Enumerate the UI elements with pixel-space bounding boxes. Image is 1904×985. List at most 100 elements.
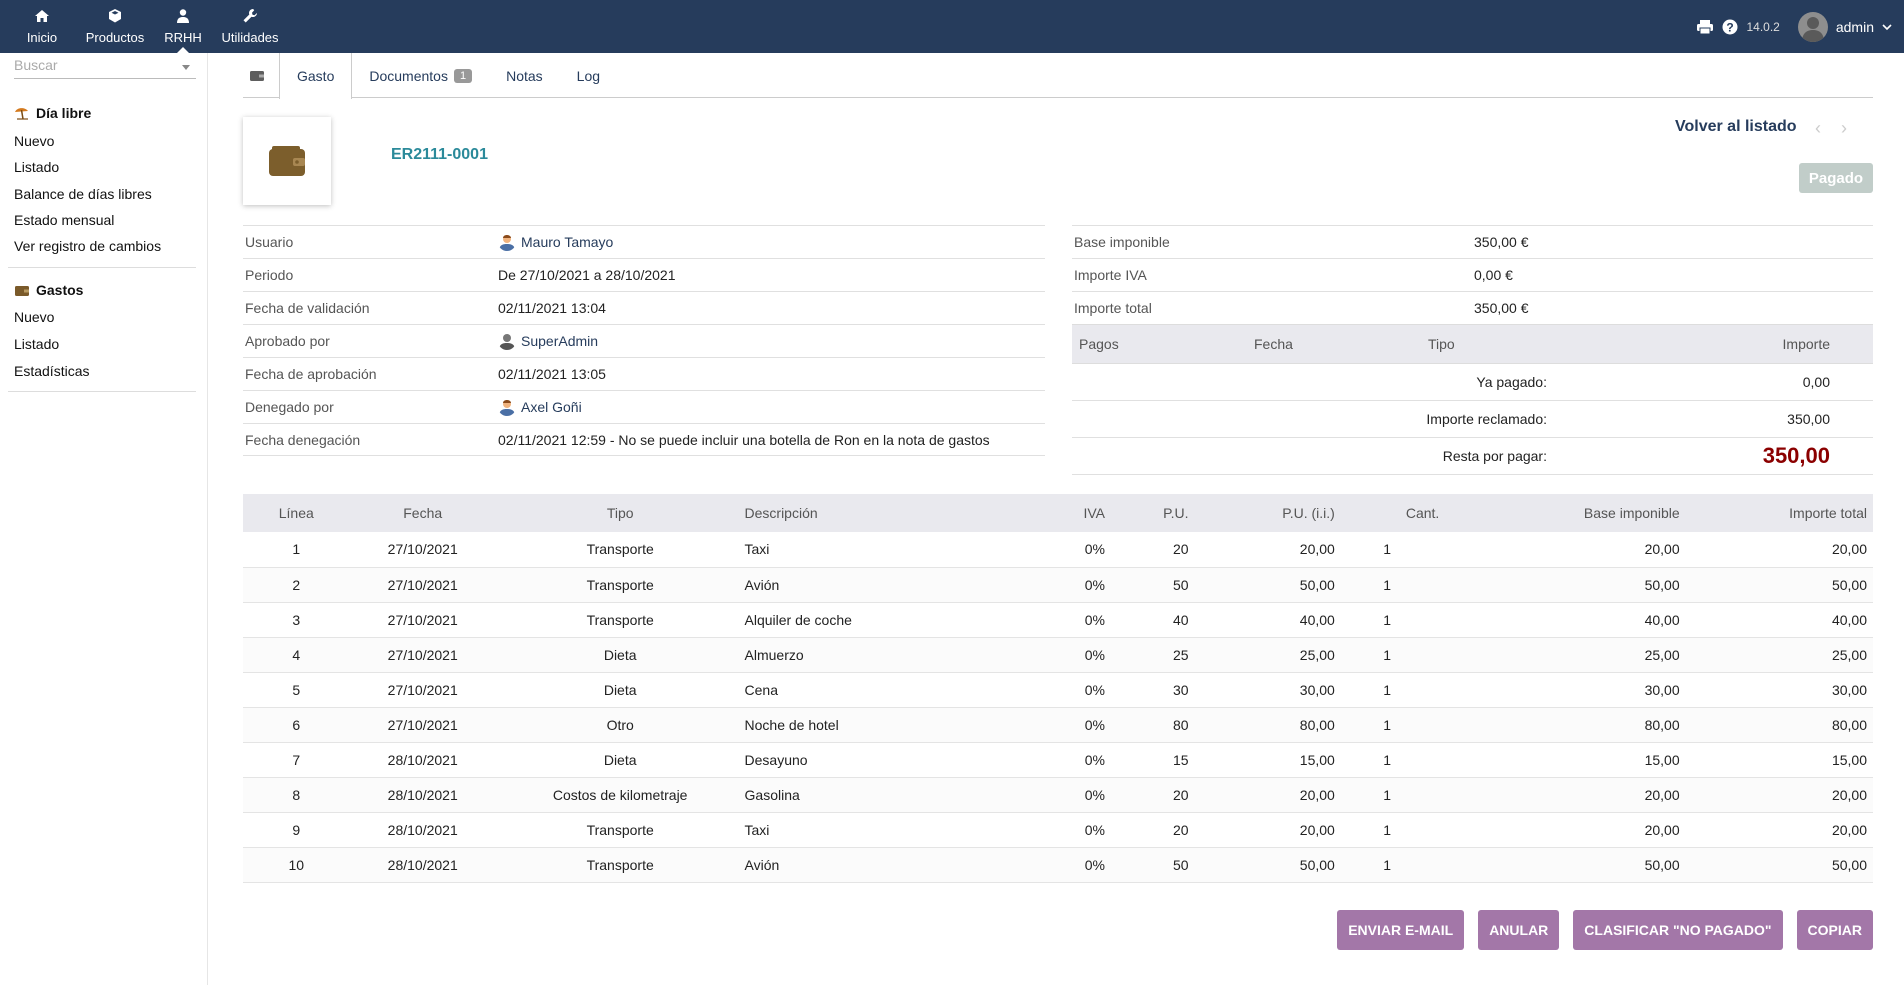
cell-pu-ii: 25,00 <box>1188 637 1335 673</box>
topmenu-utilidades[interactable]: Utilidades <box>212 0 288 53</box>
info-value: 02/11/2021 12:59 - No se puede incluir u… <box>498 431 990 448</box>
col-iva: IVA <box>1037 494 1105 532</box>
sidebar-item-nuevo[interactable]: Nuevo <box>14 133 54 149</box>
cell-linea: 4 <box>243 637 350 673</box>
topmenu-rrhh[interactable]: RRHH <box>154 0 212 53</box>
search-input[interactable]: Buscar <box>14 57 196 79</box>
sidebar-item-balance[interactable]: Balance de días libres <box>14 186 152 202</box>
cell-base: 50,00 <box>1439 847 1680 883</box>
cell-base: 40,00 <box>1439 602 1680 638</box>
info-label: Fecha denegación <box>245 431 361 448</box>
payment-row-resta: Resta por pagar: 350,00 <box>1072 438 1873 475</box>
sidebar-item-gastos-listado[interactable]: Listado <box>14 336 59 352</box>
tab-documentos[interactable]: Documentos 1 <box>352 53 489 98</box>
cell-total: 80,00 <box>1679 707 1873 743</box>
status-badge: Pagado <box>1799 163 1873 193</box>
sidebar-item-registro-cambios[interactable]: Ver registro de cambios <box>14 238 161 254</box>
cell-fecha: 27/10/2021 <box>349 532 496 568</box>
cell-pu: 50 <box>1104 847 1189 883</box>
col-linea: Línea <box>243 494 350 532</box>
cell-total: 20,00 <box>1679 532 1873 568</box>
payment-row-ya-pagado: Ya pagado: 0,00 <box>1072 364 1873 401</box>
cell-pu-ii: 50,00 <box>1188 567 1335 603</box>
search-placeholder: Buscar <box>14 57 58 73</box>
topmenu-label: Productos <box>85 30 145 45</box>
wallet-icon <box>15 285 29 296</box>
tab-label: Log <box>576 67 601 84</box>
sidebar-section-title: Gastos <box>36 282 84 298</box>
box-icon <box>109 9 121 23</box>
table-row[interactable]: 8 28/10/2021 Costos de kilometraje Gasolina… <box>243 777 1873 813</box>
table-row[interactable]: 6 27/10/2021 Otro Noche de hotel 0% 80 80,00 1 8… <box>243 707 1873 743</box>
tab-icon[interactable] <box>243 53 279 98</box>
table-row[interactable]: 7 28/10/2021 Dieta Desayuno 0% 15 15,00 1 15,00 1… <box>243 742 1873 778</box>
sidebar-item-estado-mensual[interactable]: Estado mensual <box>14 212 114 228</box>
table-row[interactable]: 5 27/10/2021 Dieta Cena 0% 30 30,00 1 30,00 30,00 <box>243 672 1873 708</box>
sidebar-item-estadisticas[interactable]: Estadísticas <box>14 363 89 379</box>
cell-linea: 9 <box>243 812 350 848</box>
dropdown-arrow-icon[interactable] <box>182 65 190 70</box>
username[interactable]: admin <box>1836 19 1874 35</box>
sidebar-section-gastos[interactable]: Gastos <box>14 282 83 298</box>
user-link[interactable]: Axel Goñi <box>521 399 582 415</box>
topmenu-label: RRHH <box>164 30 202 45</box>
topmenu-inicio[interactable]: Inicio <box>8 0 76 53</box>
amount-label: Importe IVA <box>1074 267 1147 283</box>
top-right: ? 14.0.2 admin <box>1696 0 1892 53</box>
printer-icon[interactable] <box>1696 19 1714 35</box>
table-row[interactable]: 4 27/10/2021 Dieta Almuerzo 0% 25 25,00 1 25,00 2… <box>243 637 1873 673</box>
tab-notas[interactable]: Notas <box>489 53 560 98</box>
cancel-button[interactable]: ANULAR <box>1478 910 1560 950</box>
cell-cant: 1 <box>1334 532 1440 568</box>
expense-ref: ER2111-0001 <box>391 146 488 163</box>
cell-descripcion: Avión <box>744 847 1038 883</box>
sidebar-section-dia-libre[interactable]: Día libre <box>14 105 91 121</box>
tab-log[interactable]: Log <box>560 53 617 98</box>
cell-descripcion: Almuerzo <box>744 637 1038 673</box>
cell-fecha: 28/10/2021 <box>349 812 496 848</box>
tab-gasto[interactable]: Gasto <box>279 53 353 99</box>
payments-col-importe: Importe <box>1782 336 1830 352</box>
classify-unpaid-button[interactable]: CLASIFICAR "NO PAGADO" <box>1573 910 1783 950</box>
table-row[interactable]: 1 27/10/2021 Transporte Taxi 0% 20 20,00 1 20,00… <box>243 532 1873 568</box>
cell-tipo: Dieta <box>495 637 745 673</box>
topmenu-productos[interactable]: Productos <box>76 0 154 53</box>
copy-button[interactable]: COPIAR <box>1796 910 1873 950</box>
col-fecha: Fecha <box>349 494 496 532</box>
user-avatar-icon <box>499 334 515 350</box>
cell-tipo: Transporte <box>495 567 745 603</box>
avatar-silhouette-icon <box>1801 16 1824 42</box>
user-link[interactable]: Mauro Tamayo <box>521 234 613 250</box>
amount-value: 350,00 € <box>1474 300 1529 316</box>
table-row[interactable]: 2 27/10/2021 Transporte Avión 0% 50 50,00 1 50,0… <box>243 567 1873 603</box>
payment-label: Importe reclamado: <box>1426 411 1547 427</box>
chevron-down-icon[interactable] <box>1882 23 1892 31</box>
sidebar: Buscar Día libre Nuevo Listado Balance d… <box>0 53 208 985</box>
sidebar-item-listado[interactable]: Listado <box>14 159 59 175</box>
table-row[interactable]: 10 28/10/2021 Transporte Avión 0% 50 50,00 1 50,… <box>243 847 1873 883</box>
chevron-left-icon[interactable]: ‹ <box>1815 118 1821 139</box>
cell-fecha: 27/10/2021 <box>349 672 496 708</box>
chevron-right-icon[interactable]: › <box>1841 118 1847 139</box>
user-link[interactable]: SuperAdmin <box>521 333 598 349</box>
cell-base: 25,00 <box>1439 637 1680 673</box>
cell-pu-ii: 50,00 <box>1188 847 1335 883</box>
table-row[interactable]: 9 28/10/2021 Transporte Taxi 0% 20 20,00 1 20,00… <box>243 812 1873 848</box>
table-row[interactable]: 3 27/10/2021 Transporte Alquiler de coche 0%… <box>243 602 1873 638</box>
info-value: SuperAdmin <box>498 332 598 350</box>
col-pu: P.U. <box>1104 494 1189 532</box>
beach-umbrella-icon <box>15 108 28 120</box>
sidebar-section-title: Día libre <box>36 105 92 121</box>
cell-cant: 1 <box>1334 637 1440 673</box>
send-email-button[interactable]: ENVIAR E-MAIL <box>1337 910 1465 950</box>
help-icon[interactable]: ? <box>1722 19 1738 35</box>
sidebar-item-gastos-nuevo[interactable]: Nuevo <box>14 309 54 325</box>
avatar[interactable] <box>1797 11 1828 42</box>
cell-iva: 0% <box>1037 637 1105 673</box>
back-to-list-link[interactable]: Volver al listado <box>1675 118 1797 136</box>
expense-info-table: Usuario Mauro Tamayo Periodo De 27/10/20… <box>243 225 1045 456</box>
cell-tipo: Otro <box>495 707 745 743</box>
version-label: 14.0.2 <box>1746 19 1780 34</box>
payments-header: Pagos Fecha Tipo Importe <box>1072 324 1873 364</box>
cell-fecha: 28/10/2021 <box>349 742 496 778</box>
